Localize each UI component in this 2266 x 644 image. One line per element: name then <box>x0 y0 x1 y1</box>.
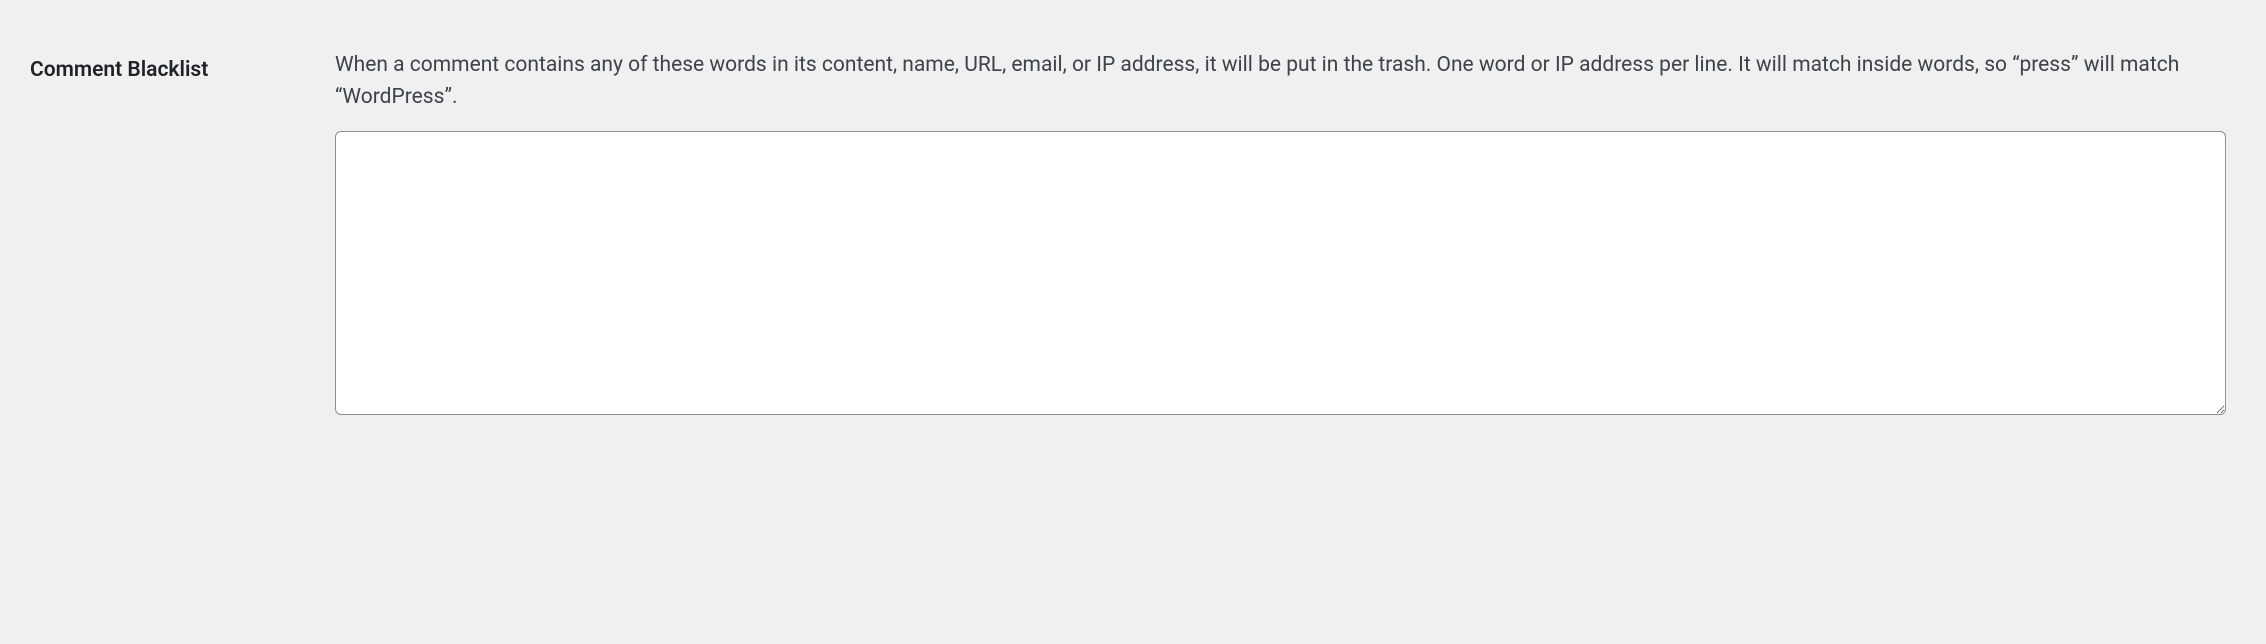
comment-blacklist-row: Comment Blacklist When a comment contain… <box>0 0 2266 459</box>
comment-blacklist-textarea[interactable] <box>335 131 2226 415</box>
comment-blacklist-label: Comment Blacklist <box>30 58 208 82</box>
comment-blacklist-description: When a comment contains any of these wor… <box>335 50 2226 113</box>
content-column: When a comment contains any of these wor… <box>335 50 2236 419</box>
label-column: Comment Blacklist <box>30 50 335 85</box>
